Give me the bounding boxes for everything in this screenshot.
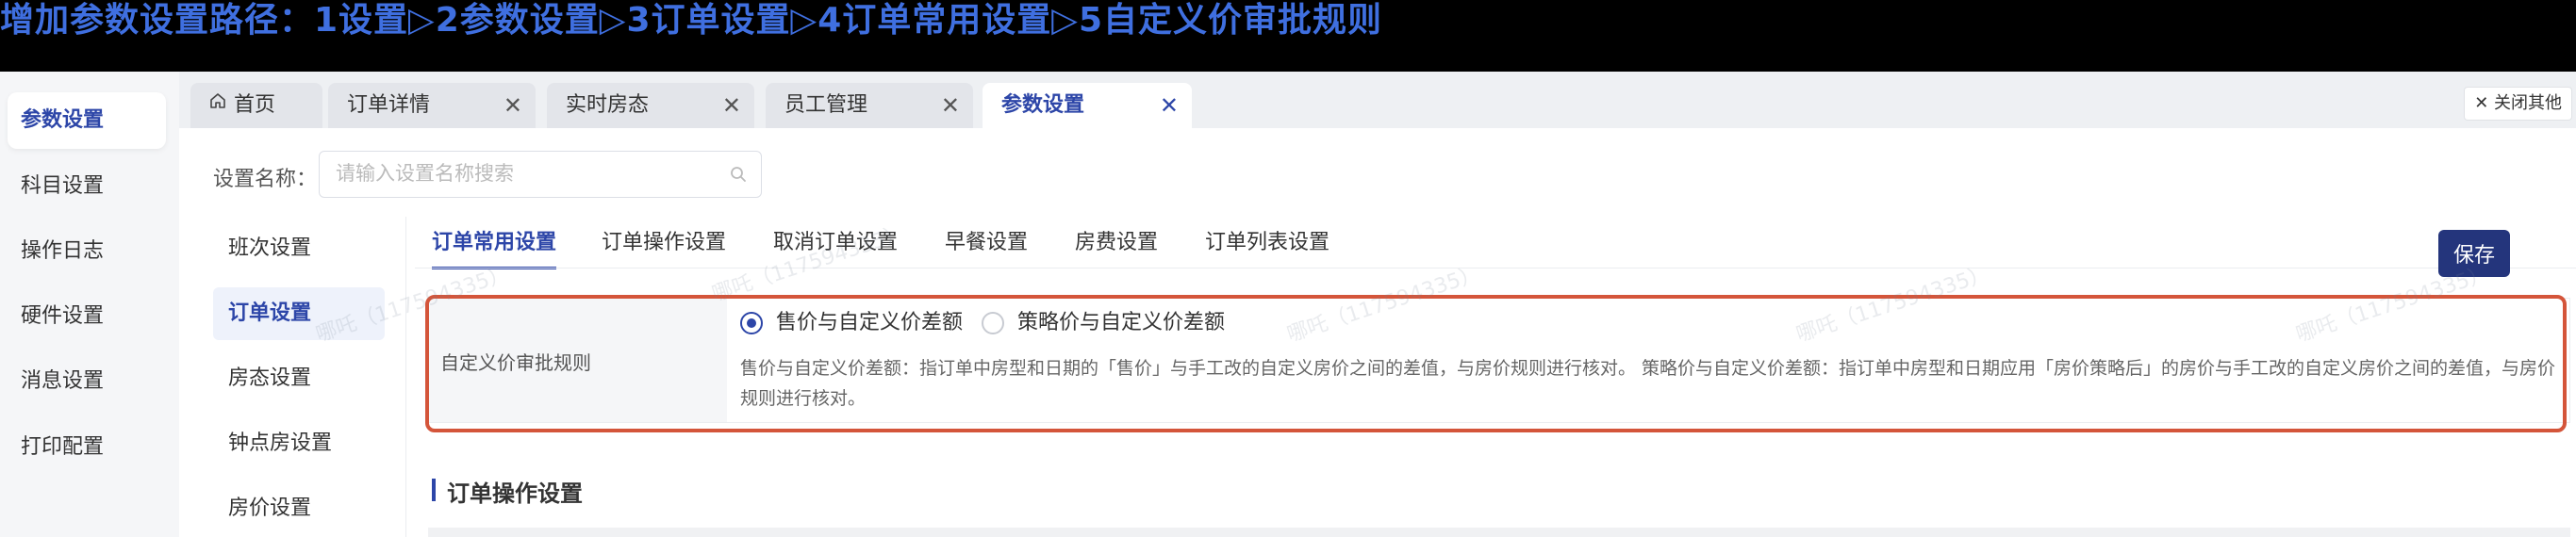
- sidebar-item-operation-log[interactable]: 操作日志: [8, 223, 166, 280]
- close-icon[interactable]: ✕: [504, 83, 522, 128]
- subnav-item-order-settings[interactable]: 订单设置: [213, 287, 385, 340]
- tab-home[interactable]: 首页: [190, 83, 322, 128]
- subnav-item-room-rate-settings[interactable]: 房价设置: [213, 482, 385, 535]
- subnav-item-hourly-room-settings[interactable]: 钟点房设置: [213, 417, 385, 470]
- banner-text: 增加参数设置路径：1设置▷2参数设置▷3订单设置▷4订单常用设置▷5自定义价审批…: [0, 1, 1382, 40]
- section-table-header: [428, 528, 2570, 537]
- subnav-item-shift-settings[interactable]: 班次设置: [213, 222, 385, 275]
- close-icon[interactable]: ✕: [1160, 83, 1179, 128]
- section-title: 订单操作设置: [447, 480, 583, 507]
- tab-label: 员工管理: [784, 93, 868, 117]
- save-button[interactable]: 保存: [2438, 230, 2510, 277]
- section-accent-bar: [432, 479, 436, 501]
- radio-label: 售价与自定义价差额: [776, 311, 964, 334]
- search-label: 设置名称：: [213, 168, 318, 191]
- tab-order-operation-settings[interactable]: 订单操作设置: [602, 222, 726, 269]
- home-icon: [209, 81, 226, 126]
- tab-breakfast-settings[interactable]: 早餐设置: [945, 222, 1028, 269]
- tab-realtime-room-status[interactable]: 实时房态 ✕: [547, 83, 754, 128]
- rule-label: 自定义价审批规则: [440, 351, 591, 374]
- radio-label: 策略价与自定义价差额: [1017, 311, 1226, 334]
- tab-room-fee-settings[interactable]: 房费设置: [1075, 222, 1158, 269]
- sidebar-item-account-settings[interactable]: 科目设置: [8, 158, 166, 215]
- rule-description: 售价与自定义价差额：指订单中房型和日期的「售价」与手工改的自定义房价之间的差值，…: [740, 358, 2556, 409]
- tab-parameter-settings[interactable]: 参数设置 ✕: [983, 83, 1192, 128]
- tab-label: 实时房态: [566, 93, 650, 117]
- rule-label-cell: 自定义价审批规则: [429, 299, 727, 422]
- tab-order-details[interactable]: 订单详情 ✕: [328, 83, 536, 128]
- radio-checked-icon[interactable]: [740, 312, 763, 334]
- search-box: [319, 151, 762, 198]
- tab-label: 参数设置: [1001, 93, 1085, 117]
- settings-category-list: 班次设置 订单设置 房态设置 钟点房设置 房价设置: [179, 222, 405, 537]
- search-input[interactable]: [321, 153, 717, 196]
- custom-price-approval-rule-row: 自定义价审批规则 售价与自定义价差额 策略价与自定义价差额 售价与自定义价差额：…: [428, 298, 2570, 423]
- subnav-item-room-status-settings[interactable]: 房态设置: [213, 352, 385, 405]
- left-sidebar: 参数设置 科目设置 操作日志 硬件设置 消息设置 打印配置: [0, 72, 179, 537]
- close-icon[interactable]: ✕: [941, 83, 960, 128]
- search-icon[interactable]: [729, 165, 748, 187]
- sidebar-item-hardware-settings[interactable]: 硬件设置: [8, 288, 166, 345]
- settings-content: 设置名称： 班次设置 订单设置 房态设置 钟点房设置 房价设置 订单常用设置 订…: [179, 128, 2576, 537]
- page-tab-bar: 首页 订单详情 ✕ 实时房态 ✕ 员工管理 ✕ 参数设置 ✕ ✕ 关闭其他: [179, 72, 2576, 128]
- divider: [405, 217, 406, 537]
- close-icon[interactable]: ✕: [722, 83, 741, 128]
- tab-label: 订单详情: [347, 93, 431, 117]
- tab-order-common-settings[interactable]: 订单常用设置: [432, 222, 557, 269]
- instruction-banner: 增加参数设置路径：1设置▷2参数设置▷3订单设置▷4订单常用设置▷5自定义价审批…: [0, 0, 2576, 72]
- sidebar-item-print-config[interactable]: 打印配置: [8, 419, 166, 476]
- close-others-button[interactable]: ✕ 关闭其他: [2464, 87, 2572, 121]
- tab-order-list-settings[interactable]: 订单列表设置: [1205, 222, 1329, 269]
- tab-staff-management[interactable]: 员工管理 ✕: [766, 83, 973, 128]
- tab-cancel-order-settings[interactable]: 取消订单设置: [773, 222, 898, 269]
- sidebar-item-message-settings[interactable]: 消息设置: [8, 353, 166, 410]
- sidebar-item-parameter-settings[interactable]: 参数设置: [8, 92, 166, 149]
- tab-label: 首页: [234, 93, 276, 117]
- radio-unchecked-icon[interactable]: [982, 312, 1004, 334]
